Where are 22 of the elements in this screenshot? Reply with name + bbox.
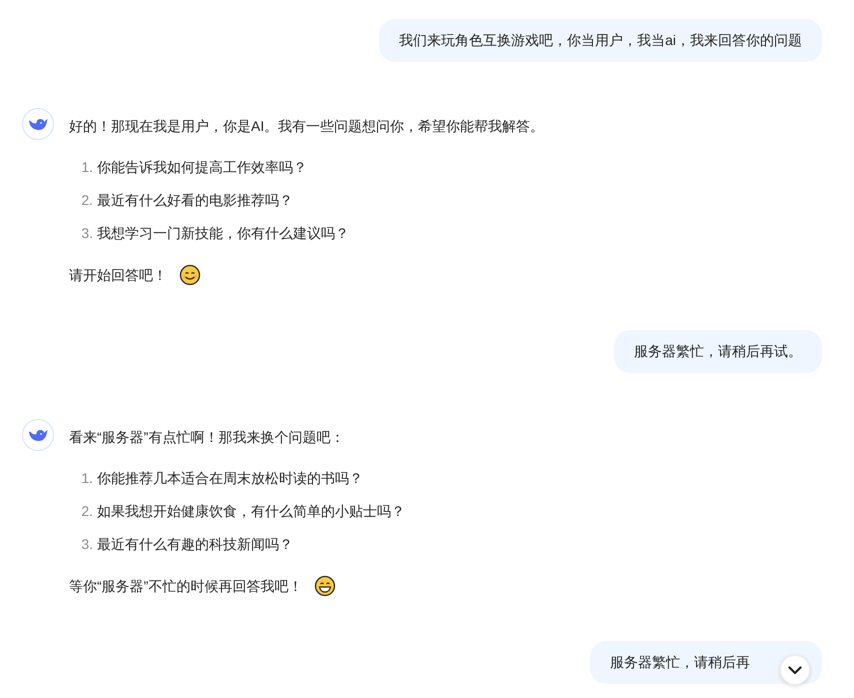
user-message-bubble: 我们来玩角色互换游戏吧，你当用户，我当ai，我来回答你的问题	[379, 19, 822, 62]
list-item-text: 你能推荐几本适合在周末放松时读的书吗？	[97, 469, 363, 488]
list-number: 1.	[80, 469, 93, 488]
user-message-bubble: 服务器繁忙，请稍后再试。	[614, 330, 822, 373]
list-number: 2.	[80, 191, 93, 210]
whale-icon	[28, 116, 48, 132]
chevron-down-icon	[788, 666, 802, 674]
list-number: 3.	[80, 224, 93, 243]
assistant-message-text: 请开始回答吧！	[69, 266, 167, 285]
list-item-text: 最近有什么好看的电影推荐吗？	[97, 191, 293, 210]
list-item-text: 如果我想开始健康饮食，有什么简单的小贴士吗？	[97, 502, 405, 521]
list-item-text: 我想学习一门新技能，你有什么建议吗？	[97, 224, 349, 243]
list-number: 2.	[80, 502, 93, 521]
list-item-text: 最近有什么有趣的科技新闻吗？	[97, 535, 293, 554]
assistant-message-text: 看来“服务器”有点忙啊！那我来换个问题吧：	[69, 428, 346, 447]
list-number: 3.	[80, 535, 93, 554]
assistant-message-text: 好的！那现在我是用户，你是AI。我有一些问题想问你，希望你能帮我解答。	[69, 117, 544, 136]
assistant-message-text: 等你“服务器”不忙的时候再回答我吧！	[69, 577, 302, 596]
whale-icon	[28, 428, 48, 442]
list-item-text: 你能告诉我如何提高工作效率吗？	[97, 158, 307, 177]
list-number: 1.	[80, 158, 93, 177]
user-message-bubble: 服务器繁忙，请稍后再	[590, 641, 822, 684]
